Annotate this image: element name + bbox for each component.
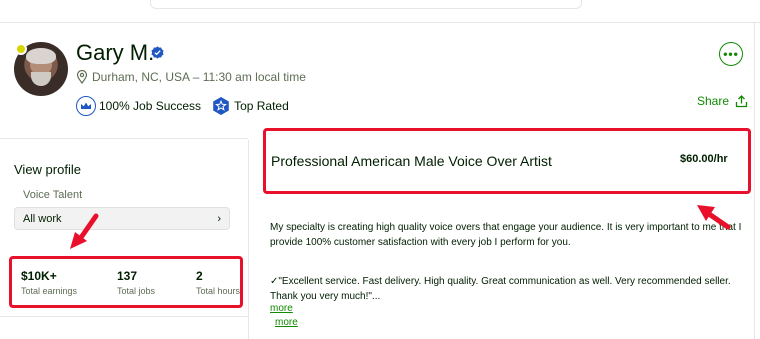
more-options-dots: ••• — [723, 47, 739, 61]
verified-icon — [151, 46, 164, 59]
profile-description: My specialty is creating high quality vo… — [270, 222, 742, 248]
review-quote: ✓"Excellent service. Fast delivery. High… — [270, 276, 731, 302]
top-bar — [0, 0, 760, 23]
more-options-button[interactable]: ••• — [719, 42, 743, 66]
stat-total-earnings: $10K+ Total earnings — [21, 269, 77, 296]
stat-label: Total earnings — [21, 286, 78, 296]
stat-value: 2 — [196, 269, 203, 283]
sidebar-divider — [0, 316, 248, 317]
stat-value: $10K+ — [21, 269, 57, 283]
all-work-selector[interactable]: All work › — [14, 207, 230, 230]
share-label: Share — [697, 94, 730, 108]
job-success-label: 100% Job Success — [99, 99, 202, 113]
search-bar-edge — [150, 0, 582, 9]
panel-edge — [754, 22, 755, 339]
stat-total-hours: 2 Total hours — [196, 269, 240, 296]
profile-title: Professional American Male Voice Over Ar… — [271, 153, 552, 169]
profile-voice-talent-link[interactable]: Voice Talent — [23, 189, 82, 201]
location-pin-icon — [76, 70, 88, 84]
stat-label: Total jobs — [117, 286, 156, 296]
share-button[interactable]: Share — [697, 94, 748, 108]
badge-row: 100% Job Success Top Rated — [76, 96, 289, 116]
header-divider — [0, 138, 248, 139]
arrow-to-stats-icon — [70, 213, 99, 249]
share-icon — [735, 94, 748, 107]
more-link[interactable]: more — [270, 303, 293, 314]
crown-icon — [76, 96, 96, 116]
hourly-rate: $60.00/hr — [680, 153, 728, 165]
stat-value: 137 — [117, 269, 138, 283]
arrow-to-title-icon — [697, 205, 731, 230]
online-status-dot — [15, 43, 27, 55]
job-success-badge[interactable]: 100% Job Success — [76, 96, 201, 116]
column-divider — [248, 140, 249, 339]
location-text: Durham, NC, USA – 11:30 am local time — [92, 70, 306, 84]
chevron-right-icon: › — [217, 212, 221, 225]
location-row: Durham, NC, USA – 11:30 am local time — [76, 70, 306, 84]
more-link-secondary[interactable]: more — [275, 317, 298, 328]
top-rated-icon — [213, 97, 229, 115]
view-profile-heading: View profile — [14, 162, 81, 177]
top-rated-badge[interactable]: Top Rated — [211, 96, 289, 116]
freelancer-name: Gary M. — [76, 40, 155, 65]
stat-total-jobs: 137 Total jobs — [117, 269, 155, 296]
stat-label: Total hours — [196, 286, 241, 296]
top-rated-label: Top Rated — [234, 99, 289, 113]
all-work-label: All work — [23, 212, 62, 225]
